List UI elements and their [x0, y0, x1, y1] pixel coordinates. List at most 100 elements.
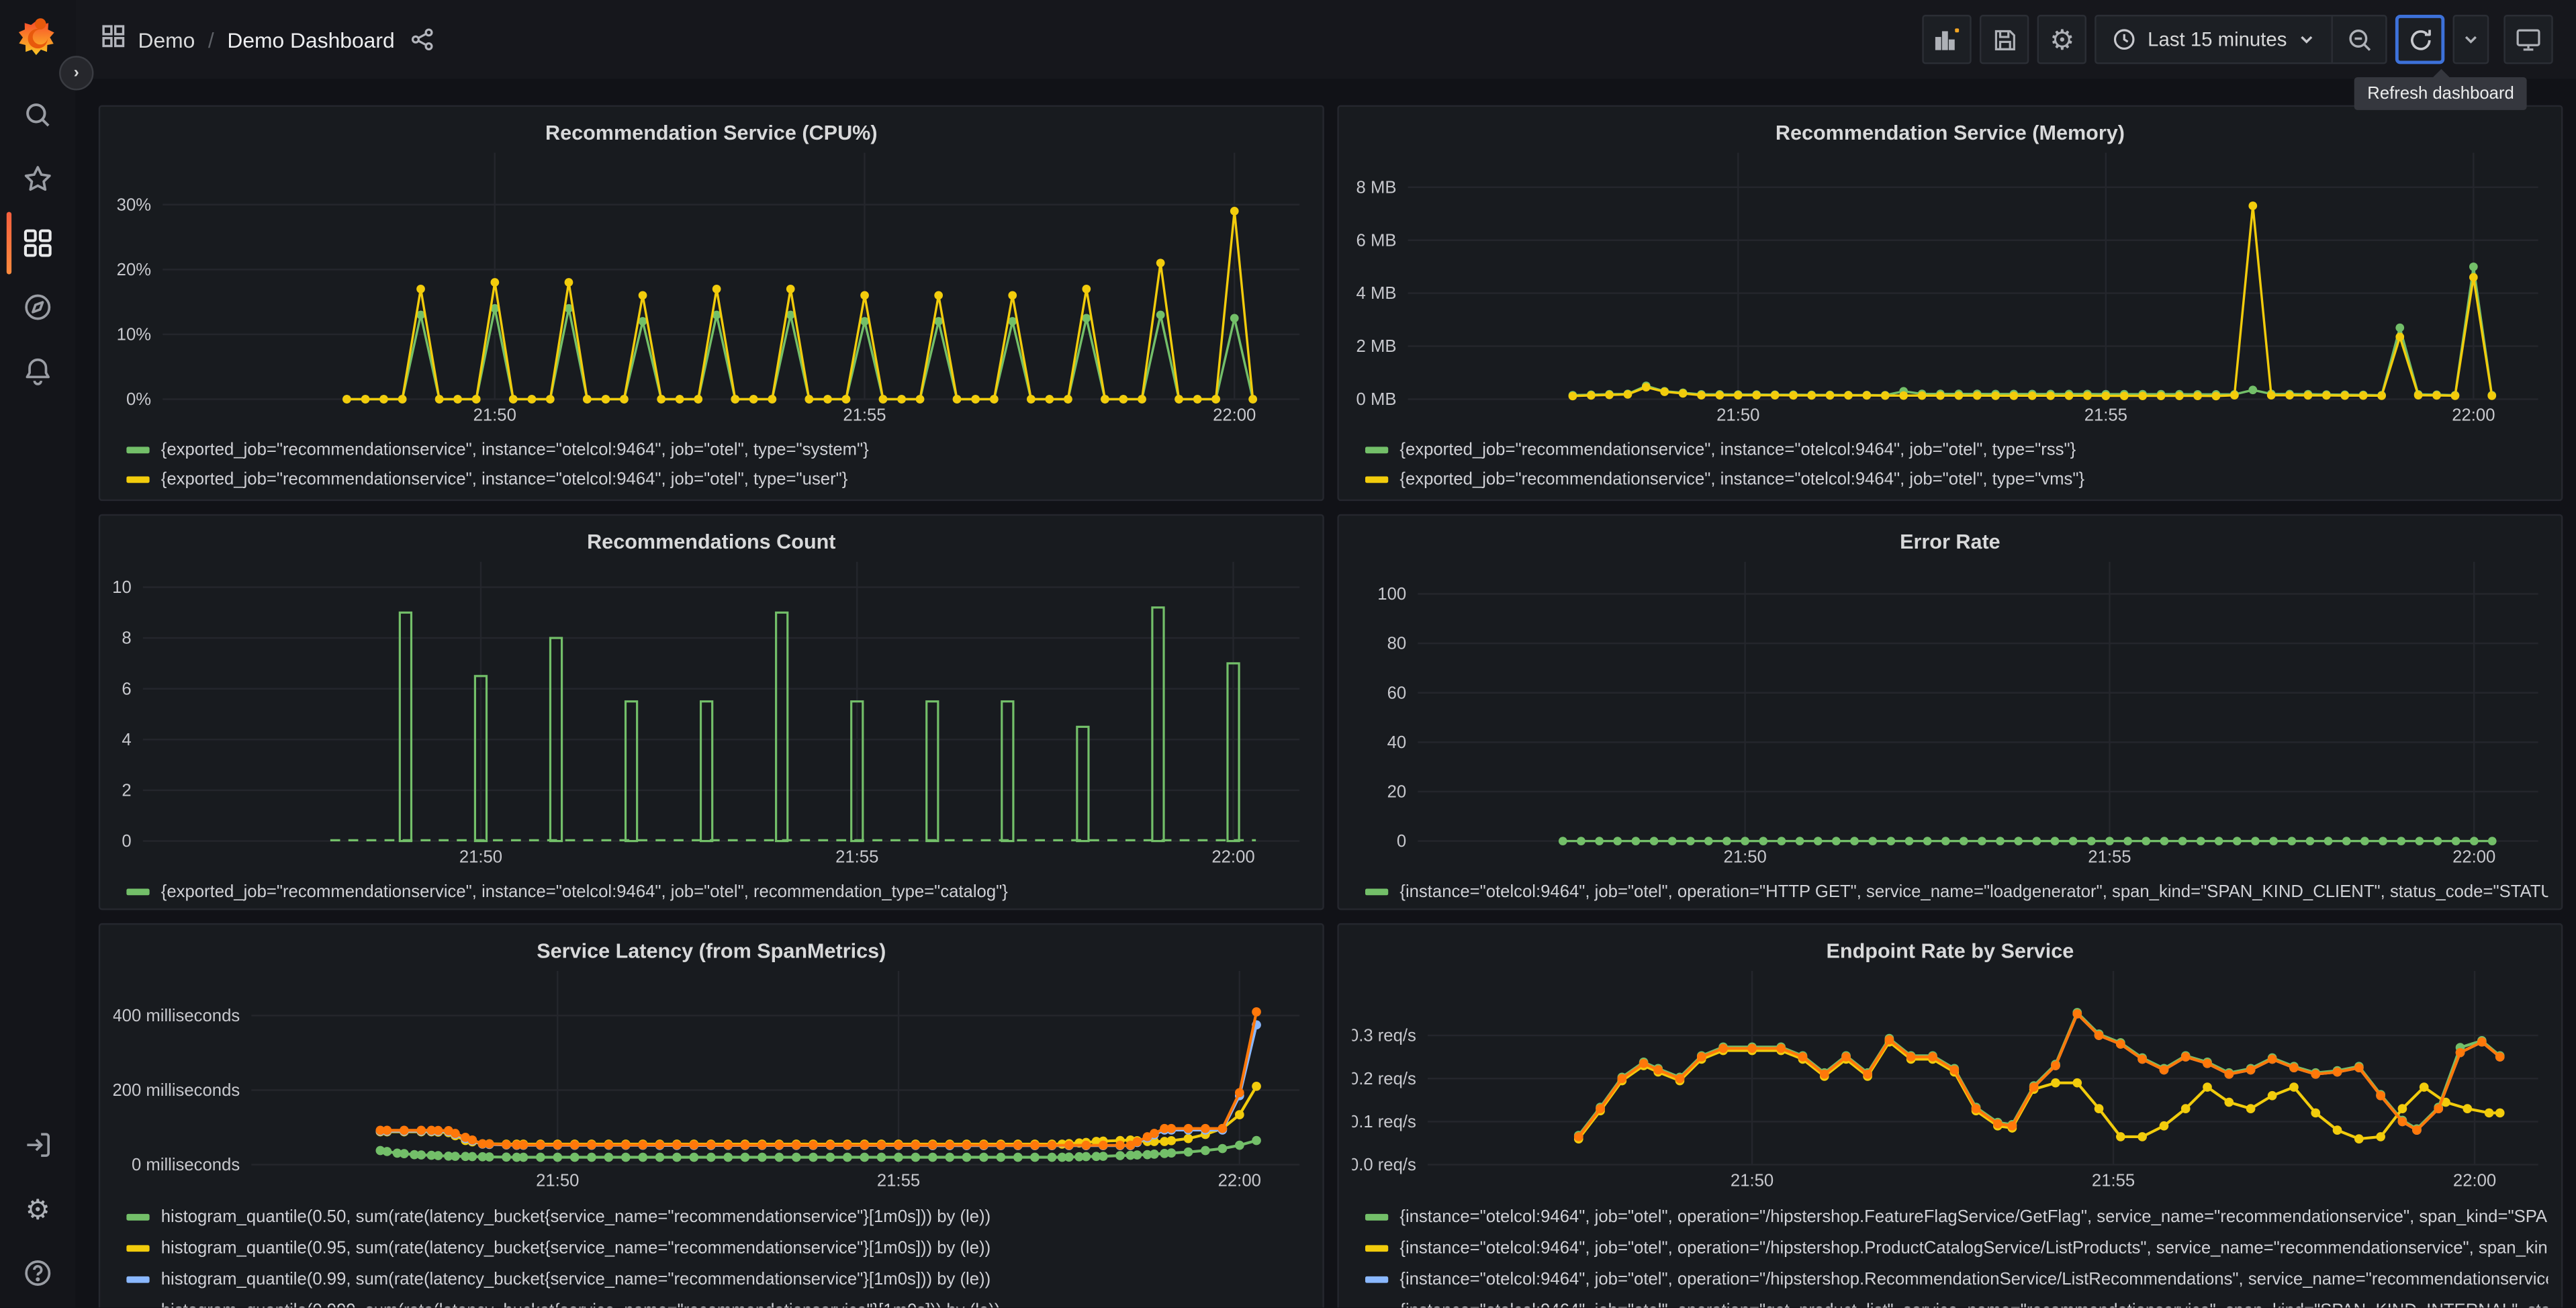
svg-text:2: 2 — [122, 782, 131, 800]
dashboard-settings-button[interactable]: ⚙ — [2037, 15, 2087, 64]
panel-recommendations-count: Recommendations Count 0 2 4 6 8 10 21:50 21:55 2… — [98, 514, 1324, 910]
legend-series-swatch — [1365, 1275, 1389, 1282]
legend-series-swatch — [126, 1275, 150, 1282]
breadcrumb-folder[interactable]: Demo — [138, 27, 195, 52]
svg-text:0: 0 — [122, 832, 131, 851]
svg-text:0.3 req/s: 0.3 req/s — [1352, 1027, 1416, 1045]
svg-text:21:55: 21:55 — [2092, 1171, 2135, 1190]
svg-text:22:00: 22:00 — [1218, 1171, 1261, 1190]
chart-svg: 0 milliseconds 200 milliseconds 400 millis… — [112, 970, 1300, 1190]
save-dashboard-button[interactable] — [1980, 15, 2030, 64]
legend-series-swatch — [126, 1244, 150, 1251]
svg-text:6: 6 — [122, 680, 131, 698]
svg-text:4: 4 — [122, 731, 131, 749]
legend-item[interactable]: {instance="otelcol:9464", job="otel", op… — [1352, 1295, 2548, 1308]
chart-svg: 0 20 40 60 80 100 21:50 21:55 22:00 — [1377, 561, 2538, 866]
svg-text:21:50: 21:50 — [473, 406, 516, 424]
header-toolbar: ⚙ Last 15 minutes — [1923, 15, 2576, 64]
svg-text:400 milliseconds: 400 milliseconds — [113, 1007, 240, 1025]
legend-series-swatch — [126, 447, 150, 454]
svg-text:8: 8 — [122, 629, 131, 648]
legend-item[interactable]: {instance="otelcol:9464", job="otel", op… — [1352, 1232, 2548, 1263]
legend-item[interactable]: histogram_quantile(0.999, sum(rate(laten… — [113, 1295, 1309, 1308]
panel-recommendation-cpu: Recommendation Service (CPU%) 0% 10% 20% 30… — [98, 105, 1324, 502]
grafana-logo[interactable] — [16, 18, 59, 61]
breadcrumb[interactable]: Demo / Demo Dashboard — [102, 24, 434, 54]
zoom-out-button[interactable] — [2331, 16, 2385, 62]
chart-svg: 0 MB 2 MB 4 MB 6 MB 8 MB 21:50 21:55 22:00 — [1356, 152, 2538, 424]
cpu-chart[interactable]: 0% 10% 20% 30% 21:50 21:55 22:00 — [113, 152, 1309, 429]
header: Demo / Demo Dashboard ⚙ Last 15 minutes — [75, 0, 2576, 79]
panel-title[interactable]: Endpoint Rate by Service — [1352, 935, 2548, 971]
zoom-out-icon — [2348, 28, 2370, 50]
svg-text:21:55: 21:55 — [835, 847, 878, 866]
legend-item[interactable]: histogram_quantile(0.95, sum(rate(latenc… — [113, 1232, 1309, 1263]
svg-text:21:50: 21:50 — [1731, 1171, 1774, 1190]
panel-title[interactable]: Recommendations Count — [113, 526, 1309, 562]
grafana-app: ⚙ › Demo / Demo Dashboard ⚙ Last 15 minu… — [0, 0, 2576, 1308]
svg-text:21:55: 21:55 — [2084, 406, 2127, 424]
panel-error-rate: Error Rate 0 20 40 60 80 100 21:50 21:55 22:00 {… — [1337, 514, 2563, 910]
sidebar-item-alerting[interactable] — [0, 357, 76, 386]
legend-item[interactable]: {exported_job="recommendationservice", i… — [113, 877, 1309, 906]
add-panel-button[interactable] — [1923, 15, 1972, 64]
svg-text:200 milliseconds: 200 milliseconds — [113, 1081, 240, 1100]
svg-text:60: 60 — [1387, 684, 1407, 702]
gear-icon: ⚙ — [2050, 24, 2075, 55]
monitor-icon — [2516, 28, 2540, 50]
sidebar-expand-button[interactable]: › — [59, 56, 94, 91]
sidebar-item-dashboards[interactable] — [0, 212, 76, 275]
sidebar-item-configuration[interactable]: ⚙ — [0, 1195, 76, 1224]
panel-title[interactable]: Error Rate — [1352, 526, 2548, 562]
panel-title[interactable]: Recommendation Service (CPU%) — [113, 117, 1309, 153]
memory-chart[interactable]: 0 MB 2 MB 4 MB 6 MB 8 MB 21:50 21:55 22:00 — [1352, 152, 2548, 429]
breadcrumb-dashboard[interactable]: Demo Dashboard — [227, 27, 394, 52]
svg-text:20%: 20% — [117, 261, 151, 279]
panel-title[interactable]: Service Latency (from SpanMetrics) — [113, 935, 1309, 971]
refresh-interval-caret-button[interactable] — [2452, 15, 2489, 64]
svg-text:22:00: 22:00 — [1213, 406, 1256, 424]
legend-item[interactable]: {exported_job="recommendationservice", i… — [1352, 465, 2548, 494]
recommendations-count-chart[interactable]: 0 2 4 6 8 10 21:50 21:55 22:00 — [112, 561, 1309, 871]
svg-text:22:00: 22:00 — [2452, 847, 2495, 866]
legend-item[interactable]: {instance="otelcol:9464", job="otel", op… — [1352, 1201, 2548, 1231]
kiosk-mode-button[interactable] — [2503, 15, 2553, 64]
refresh-dashboard-button[interactable] — [2395, 15, 2445, 64]
sidebar-item-starred[interactable] — [0, 165, 76, 194]
dashboard-grid-icon — [102, 24, 125, 54]
legend-series-swatch — [1365, 1213, 1389, 1220]
svg-text:40: 40 — [1387, 733, 1407, 752]
sidebar-item-search[interactable] — [0, 100, 76, 130]
legend-item[interactable]: {instance="otelcol:9464", job="otel", op… — [1352, 877, 2548, 906]
sidebar-item-sign-in[interactable] — [0, 1130, 76, 1160]
legend-series-swatch — [1365, 476, 1389, 483]
sidebar-item-explore[interactable] — [0, 292, 76, 322]
service-latency-legend: histogram_quantile(0.50, sum(rate(latenc… — [113, 1201, 1309, 1308]
legend-item[interactable]: histogram_quantile(0.50, sum(rate(latenc… — [113, 1201, 1309, 1231]
legend-item[interactable]: {exported_job="recommendationservice", i… — [113, 435, 1309, 465]
error-rate-chart[interactable]: 0 20 40 60 80 100 21:50 21:55 22:00 — [1352, 561, 2548, 871]
svg-text:22:00: 22:00 — [2453, 1171, 2496, 1190]
clock-icon — [2114, 29, 2135, 50]
legend-series-swatch — [1365, 1244, 1389, 1251]
svg-text:100: 100 — [1377, 585, 1406, 604]
time-range-picker[interactable]: Last 15 minutes — [2097, 16, 2331, 62]
legend-item[interactable]: {instance="otelcol:9464", job="otel", op… — [1352, 1263, 2548, 1294]
svg-text:21:55: 21:55 — [843, 406, 886, 424]
breadcrumb-separator: / — [208, 27, 214, 52]
sidebar-item-help[interactable] — [0, 1258, 76, 1288]
panel-endpoint-rate: Endpoint Rate by Service 0.0 req/s 0.1 re… — [1337, 923, 2563, 1308]
service-latency-chart[interactable]: 0 milliseconds 200 milliseconds 400 millis… — [112, 970, 1309, 1195]
legend-series-label: {exported_job="recommendationservice", i… — [160, 440, 869, 461]
legend-series-label: histogram_quantile(0.95, sum(rate(latenc… — [160, 1237, 991, 1258]
share-icon[interactable] — [411, 28, 434, 51]
legend-item[interactable]: {exported_job="recommendationservice", i… — [1352, 435, 2548, 465]
endpoint-rate-chart[interactable]: 0.0 req/s 0.1 req/s 0.2 req/s 0.3 req/s 21:5… — [1349, 970, 2548, 1195]
legend-item[interactable]: histogram_quantile(0.99, sum(rate(latenc… — [113, 1263, 1309, 1294]
svg-text:0%: 0% — [126, 390, 151, 409]
sidebar: ⚙ — [0, 0, 76, 1308]
legend-series-label: {instance="otelcol:9464", job="otel", op… — [1399, 1237, 2548, 1258]
panel-title[interactable]: Recommendation Service (Memory) — [1352, 117, 2548, 153]
svg-text:21:50: 21:50 — [1716, 406, 1759, 424]
legend-item[interactable]: {exported_job="recommendationservice", i… — [113, 465, 1309, 494]
